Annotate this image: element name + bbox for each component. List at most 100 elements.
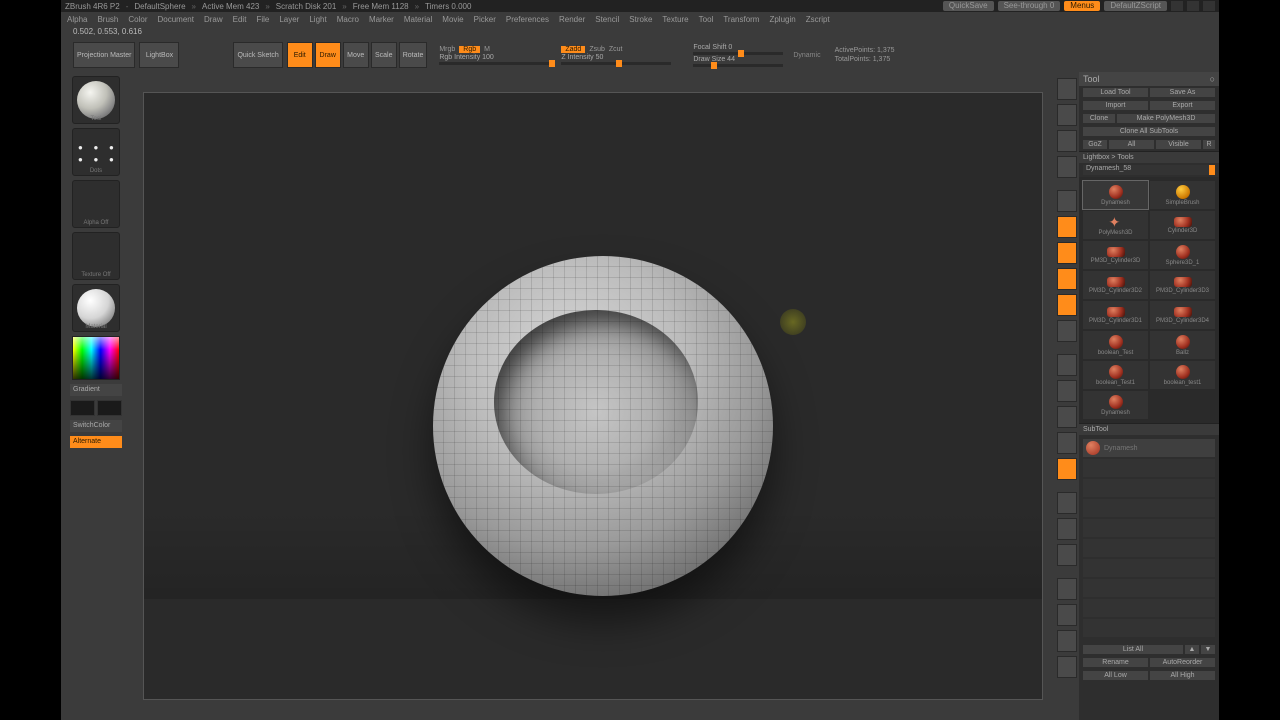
make-polymesh-button[interactable]: Make PolyMesh3D xyxy=(1117,114,1215,123)
subtool-empty[interactable] xyxy=(1083,539,1215,557)
menu-draw[interactable]: Draw xyxy=(204,15,223,24)
zcut-button[interactable]: Zcut xyxy=(609,46,623,53)
subtool-empty[interactable] xyxy=(1083,559,1215,577)
zadd-button[interactable]: Zadd xyxy=(561,46,585,53)
shelf-button-5[interactable] xyxy=(1057,216,1077,238)
subtool-empty[interactable] xyxy=(1083,499,1215,517)
default-zscript[interactable]: DefaultZScript xyxy=(1104,1,1167,11)
panel-collapse-icon[interactable]: ○ xyxy=(1210,74,1215,84)
shelf-button-0[interactable] xyxy=(1057,78,1077,100)
tool-item[interactable]: PM3D_Cylinder3D4 xyxy=(1150,301,1215,329)
gradient-button[interactable]: Gradient xyxy=(70,384,122,396)
subtool-up-icon[interactable]: ▲ xyxy=(1185,645,1199,654)
lightbox-tools-section[interactable]: Lightbox > Tools xyxy=(1079,151,1219,163)
menu-material[interactable]: Material xyxy=(404,15,432,24)
menu-render[interactable]: Render xyxy=(559,15,585,24)
tool-item[interactable]: PM3D_Cylinder3D2 xyxy=(1083,271,1148,299)
shelf-button-2[interactable] xyxy=(1057,130,1077,152)
edit-mode-button[interactable]: Edit xyxy=(287,42,313,68)
menu-movie[interactable]: Movie xyxy=(442,15,463,24)
draw-size-slider[interactable] xyxy=(693,64,783,67)
export-button[interactable]: Export xyxy=(1150,101,1215,110)
menu-edit[interactable]: Edit xyxy=(233,15,247,24)
list-all-button[interactable]: List All xyxy=(1083,645,1183,654)
tool-item[interactable]: boolean_Test1 xyxy=(1083,361,1148,389)
subtool-empty[interactable] xyxy=(1083,579,1215,597)
subtool-section[interactable]: SubTool xyxy=(1079,423,1219,435)
quicksketch-button[interactable]: Quick Sketch xyxy=(233,42,282,68)
z-intensity-slider[interactable] xyxy=(561,62,671,65)
menu-brush[interactable]: Brush xyxy=(97,15,118,24)
tool-item[interactable]: boolean_test1 xyxy=(1150,361,1215,389)
tool-item[interactable]: PM3D_Cylinder3D3 xyxy=(1150,271,1215,299)
menus-button[interactable]: Menus xyxy=(1064,1,1100,11)
load-tool-button[interactable]: Load Tool xyxy=(1083,88,1148,97)
dynamesh-res-slider[interactable]: Dynamesh_58 xyxy=(1083,165,1215,175)
move-mode-button[interactable]: Move xyxy=(343,42,369,68)
tool-item[interactable]: boolean_Test xyxy=(1083,331,1148,359)
all-low-button[interactable]: All Low xyxy=(1083,671,1148,680)
shelf-button-17[interactable] xyxy=(1057,544,1077,566)
shelf-button-8[interactable] xyxy=(1057,294,1077,316)
autoreorder-button[interactable]: AutoReorder xyxy=(1150,658,1215,667)
mesh-object[interactable] xyxy=(433,256,773,596)
menu-macro[interactable]: Macro xyxy=(337,15,359,24)
brush-slot[interactable]: Tool xyxy=(72,76,120,124)
tool-item[interactable]: Sphere3D_1 xyxy=(1150,241,1215,269)
goz-button[interactable]: GoZ xyxy=(1083,140,1107,149)
mrgb-button[interactable]: Mrgb xyxy=(439,46,455,53)
quicksave-button[interactable]: QuickSave xyxy=(943,1,994,11)
menu-alpha[interactable]: Alpha xyxy=(67,15,87,24)
subtool-empty[interactable] xyxy=(1083,599,1215,617)
shelf-button-21[interactable] xyxy=(1057,656,1077,678)
shelf-button-7[interactable] xyxy=(1057,268,1077,290)
maximize-button[interactable] xyxy=(1187,1,1199,11)
shelf-button-12[interactable] xyxy=(1057,406,1077,428)
scale-mode-button[interactable]: Scale xyxy=(371,42,397,68)
shelf-button-1[interactable] xyxy=(1057,104,1077,126)
dynamic-toggle[interactable]: Dynamic xyxy=(793,52,820,59)
alpha-slot[interactable]: Alpha Off xyxy=(72,180,120,228)
tool-item[interactable]: PM3D_Cylinder3D1 xyxy=(1083,301,1148,329)
menu-layer[interactable]: Layer xyxy=(279,15,299,24)
all-high-button[interactable]: All High xyxy=(1150,671,1215,680)
zsub-button[interactable]: Zsub xyxy=(589,46,605,53)
tool-item[interactable]: SimpleBrush xyxy=(1150,181,1215,209)
shelf-button-6[interactable] xyxy=(1057,242,1077,264)
goz-visible-button[interactable]: Visible xyxy=(1156,140,1201,149)
menu-stroke[interactable]: Stroke xyxy=(629,15,652,24)
subtool-empty[interactable] xyxy=(1083,519,1215,537)
seethrough-slider[interactable]: See-through 0 xyxy=(998,1,1061,11)
menu-texture[interactable]: Texture xyxy=(662,15,688,24)
subtool-item[interactable]: Dynamesh xyxy=(1083,439,1215,457)
stroke-slot[interactable]: Dots xyxy=(72,128,120,176)
material-slot[interactable]: Material xyxy=(72,284,120,332)
shelf-button-3[interactable] xyxy=(1057,156,1077,178)
minimize-button[interactable] xyxy=(1171,1,1183,11)
menu-zplugin[interactable]: Zplugin xyxy=(769,15,795,24)
clone-button[interactable]: Clone xyxy=(1083,114,1115,123)
goz-all-button[interactable]: All xyxy=(1109,140,1154,149)
menu-preferences[interactable]: Preferences xyxy=(506,15,549,24)
projection-master-button[interactable]: Projection Master xyxy=(73,42,135,68)
subtool-empty[interactable] xyxy=(1083,459,1215,477)
clone-all-button[interactable]: Clone All SubTools xyxy=(1083,127,1215,136)
tool-item[interactable]: Dynamesh xyxy=(1083,391,1148,419)
shelf-button-11[interactable] xyxy=(1057,380,1077,402)
menu-light[interactable]: Light xyxy=(309,15,326,24)
shelf-button-14[interactable] xyxy=(1057,458,1077,480)
lightbox-button[interactable]: LightBox xyxy=(139,42,179,68)
shelf-button-4[interactable] xyxy=(1057,190,1077,212)
shelf-button-16[interactable] xyxy=(1057,518,1077,540)
draw-mode-button[interactable]: Draw xyxy=(315,42,341,68)
alternate-button[interactable]: Alternate xyxy=(70,436,122,448)
rotate-mode-button[interactable]: Rotate xyxy=(399,42,428,68)
menu-picker[interactable]: Picker xyxy=(474,15,496,24)
subtool-down-icon[interactable]: ▼ xyxy=(1201,645,1215,654)
menu-stencil[interactable]: Stencil xyxy=(595,15,619,24)
viewport-canvas[interactable] xyxy=(143,92,1043,700)
m-button[interactable]: M xyxy=(484,46,490,53)
save-as-button[interactable]: Save As xyxy=(1150,88,1215,97)
shelf-button-20[interactable] xyxy=(1057,630,1077,652)
focal-shift-slider[interactable] xyxy=(693,52,783,55)
